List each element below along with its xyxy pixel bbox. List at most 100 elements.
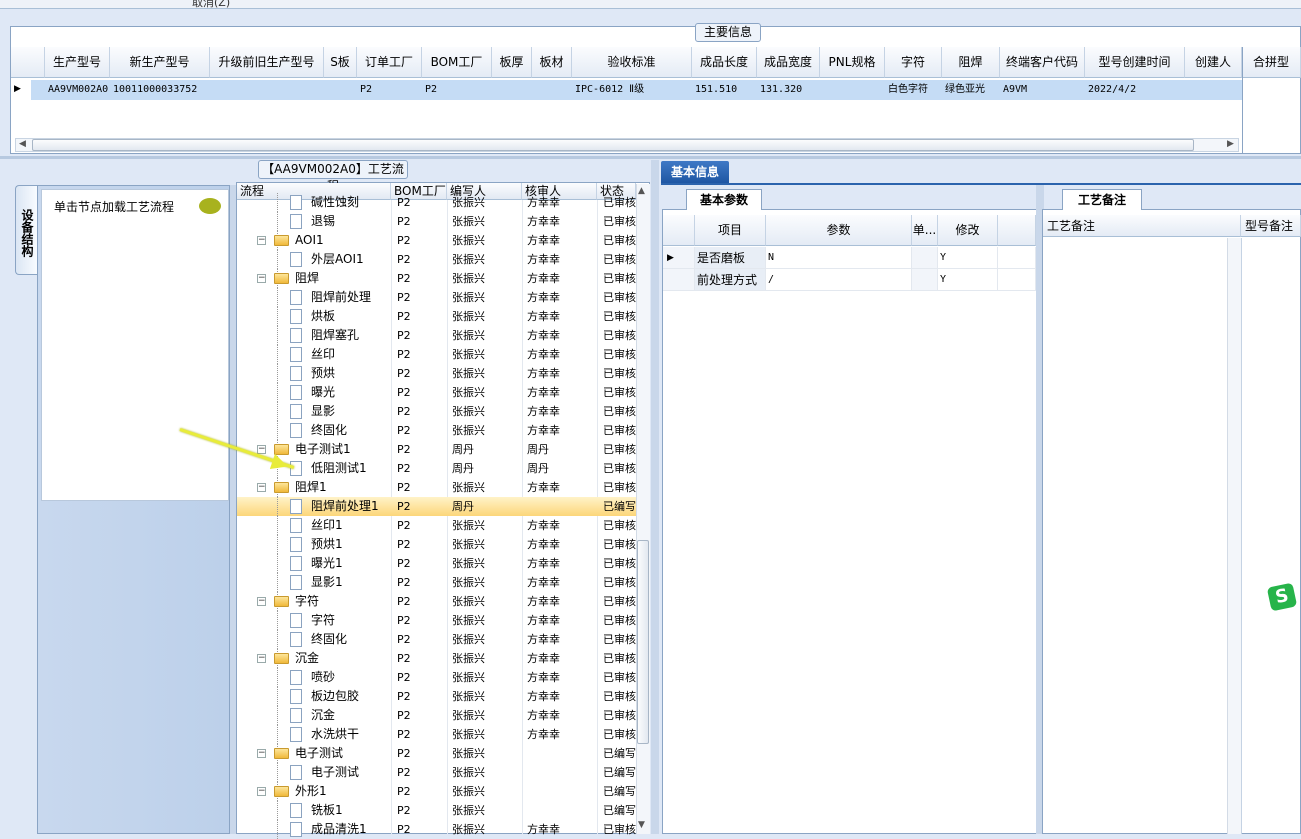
tree-row[interactable]: − AOI1 P2 张振兴 方幸幸 已审核 bbox=[237, 231, 636, 250]
tree-row[interactable]: 字符 P2 张振兴 方幸幸 已审核 bbox=[237, 611, 636, 630]
tree-row[interactable]: 显影1 P2 张振兴 方幸幸 已审核 bbox=[237, 573, 636, 592]
tree-row[interactable]: 预烘 P2 张振兴 方幸幸 已审核 bbox=[237, 364, 636, 383]
main-col-header[interactable]: 终端客户代码 bbox=[1000, 47, 1085, 78]
main-cell[interactable]: 白色字符 bbox=[888, 80, 942, 100]
main-cell[interactable]: A9VM bbox=[1003, 80, 1085, 100]
main-cell[interactable]: 绿色亚光 bbox=[945, 80, 1000, 100]
tree-row[interactable]: 水洗烘干 P2 张振兴 方幸幸 已审核 bbox=[237, 725, 636, 744]
param-cell[interactable]: Y bbox=[938, 269, 998, 291]
middle-splitter[interactable] bbox=[651, 160, 659, 834]
tree-row[interactable]: 退锡 P2 张振兴 方幸幸 已审核 bbox=[237, 212, 636, 231]
tree-row[interactable]: 显影 P2 张振兴 方幸幸 已审核 bbox=[237, 402, 636, 421]
main-col-header[interactable]: 字符 bbox=[885, 47, 942, 78]
main-col-header[interactable]: 创建人 bbox=[1185, 47, 1242, 78]
collapse-icon[interactable]: − bbox=[257, 597, 266, 606]
main-col-header[interactable]: 新生产型号 bbox=[110, 47, 210, 78]
main-cell[interactable] bbox=[213, 80, 324, 100]
main-cell[interactable] bbox=[1245, 80, 1301, 100]
scroll-down-icon[interactable]: ▼ bbox=[638, 820, 645, 830]
tree-row[interactable]: − 沉金 P2 张振兴 方幸幸 已审核 bbox=[237, 649, 636, 668]
main-cell[interactable]: P2 bbox=[360, 80, 422, 100]
tree-row[interactable]: 铣板1 P2 张振兴 已编写 bbox=[237, 801, 636, 820]
tree-row[interactable]: 板边包胶 P2 张振兴 方幸幸 已审核 bbox=[237, 687, 636, 706]
tab-base-info[interactable]: 基本信息 bbox=[661, 161, 729, 183]
tree-row[interactable]: 电子测试 P2 张振兴 已编写 bbox=[237, 763, 636, 782]
param-col-item[interactable]: 项目 bbox=[695, 215, 766, 246]
param-cell[interactable] bbox=[912, 247, 938, 269]
main-cell[interactable]: IPC-6012 Ⅱ级 bbox=[575, 80, 692, 100]
main-col-header[interactable]: 成品长度 bbox=[692, 47, 757, 78]
note-col-model[interactable]: 型号备注 bbox=[1241, 215, 1301, 237]
cut-label[interactable]: 取消(Z) bbox=[192, 0, 230, 10]
tree-row[interactable]: 阻焊塞孔 P2 张振兴 方幸幸 已审核 bbox=[237, 326, 636, 345]
tab-equipment-structure[interactable]: 设备结构 bbox=[15, 185, 37, 275]
main-col-header[interactable]: 生产型号 bbox=[45, 47, 110, 78]
tree-row[interactable]: 终固化 P2 张振兴 方幸幸 已审核 bbox=[237, 421, 636, 440]
main-cell[interactable]: 151.510 bbox=[695, 80, 757, 100]
collapse-icon[interactable]: − bbox=[257, 749, 266, 758]
collapse-icon[interactable]: − bbox=[257, 787, 266, 796]
collapse-icon[interactable]: − bbox=[257, 274, 266, 283]
note-col-process[interactable]: 工艺备注 bbox=[1043, 215, 1241, 237]
tree-row[interactable]: − 字符 P2 张振兴 方幸幸 已审核 bbox=[237, 592, 636, 611]
tree-row[interactable]: 预烘1 P2 张振兴 方幸幸 已审核 bbox=[237, 535, 636, 554]
collapse-icon[interactable]: − bbox=[257, 654, 266, 663]
main-cell[interactable]: 10011000033752 bbox=[113, 80, 210, 100]
tree-row[interactable]: − 外形1 P2 张振兴 已编写 bbox=[237, 782, 636, 801]
tree-row[interactable]: 碱性蚀刻 P2 张振兴 方幸幸 已审核 bbox=[237, 193, 636, 212]
collapse-icon[interactable]: − bbox=[257, 483, 266, 492]
main-cell[interactable] bbox=[823, 80, 885, 100]
main-cell[interactable] bbox=[495, 80, 532, 100]
param-col-unit[interactable]: 单... bbox=[912, 215, 938, 246]
tree-row[interactable]: 阻焊前处理1 P2 周丹 已编写 bbox=[237, 497, 636, 516]
main-col-header[interactable]: BOM工厂 bbox=[422, 47, 492, 78]
scroll-right-icon[interactable]: ▶ bbox=[1227, 139, 1234, 149]
main-cell[interactable] bbox=[535, 80, 572, 100]
tree-row[interactable]: 终固化 P2 张振兴 方幸幸 已审核 bbox=[237, 630, 636, 649]
main-cell[interactable]: P2 bbox=[425, 80, 492, 100]
tree-row[interactable]: 低阻测试1 P2 周丹 周丹 已审核 bbox=[237, 459, 636, 478]
collapse-icon[interactable]: − bbox=[257, 236, 266, 245]
tab-base-params[interactable]: 基本参数 bbox=[686, 189, 762, 210]
main-col-header[interactable]: 合拼型 bbox=[1242, 47, 1301, 78]
tree-row[interactable]: 丝印1 P2 张振兴 方幸幸 已审核 bbox=[237, 516, 636, 535]
main-col-header[interactable]: 订单工厂 bbox=[357, 47, 422, 78]
scroll-left-icon[interactable]: ◀ bbox=[19, 139, 26, 149]
tree-row[interactable]: 沉金 P2 张振兴 方幸幸 已审核 bbox=[237, 706, 636, 725]
param-cell[interactable]: Y bbox=[938, 247, 998, 269]
tree-row[interactable]: 丝印 P2 张振兴 方幸幸 已审核 bbox=[237, 345, 636, 364]
main-col-header[interactable]: 型号创建时间 bbox=[1085, 47, 1185, 78]
tree-scroll-thumb[interactable] bbox=[637, 540, 649, 744]
tree-row[interactable]: − 阻焊1 P2 张振兴 方幸幸 已审核 bbox=[237, 478, 636, 497]
scroll-up-icon[interactable]: ▲ bbox=[638, 186, 645, 196]
param-col-modify[interactable]: 修改 bbox=[938, 215, 998, 246]
tree-row[interactable]: 阻焊前处理 P2 张振兴 方幸幸 已审核 bbox=[237, 288, 636, 307]
main-cell[interactable]: AA9VM002A0 bbox=[48, 80, 110, 100]
tree-row[interactable]: − 阻焊 P2 张振兴 方幸幸 已审核 bbox=[237, 269, 636, 288]
tree-row[interactable]: 成品清洗1 P2 张振兴 方幸幸 已审核 bbox=[237, 820, 636, 839]
main-cell[interactable] bbox=[1188, 80, 1242, 100]
param-cell[interactable] bbox=[912, 269, 938, 291]
param-cell[interactable]: / bbox=[766, 269, 912, 291]
param-col-param[interactable]: 参数 bbox=[766, 215, 912, 246]
tree-row[interactable]: 烘板 P2 张振兴 方幸幸 已审核 bbox=[237, 307, 636, 326]
note-scrollbar[interactable] bbox=[1227, 238, 1241, 834]
main-col-header[interactable]: 板材 bbox=[532, 47, 572, 78]
main-col-header[interactable]: PNL规格 bbox=[820, 47, 885, 78]
main-col-header[interactable]: S板 bbox=[324, 47, 357, 78]
main-col-header[interactable]: 阻焊 bbox=[942, 47, 1000, 78]
collapse-icon[interactable]: − bbox=[257, 445, 266, 454]
main-cell[interactable]: 131.320 bbox=[760, 80, 820, 100]
tree-row[interactable]: 曝光1 P2 张振兴 方幸幸 已审核 bbox=[237, 554, 636, 573]
tree-row[interactable]: 喷砂 P2 张振兴 方幸幸 已审核 bbox=[237, 668, 636, 687]
tree-row[interactable]: 外层AOI1 P2 张振兴 方幸幸 已审核 bbox=[237, 250, 636, 269]
main-cell[interactable] bbox=[327, 80, 357, 100]
main-cell[interactable]: 2022/4/2 bbox=[1088, 80, 1185, 100]
param-cell[interactable]: N bbox=[766, 247, 912, 269]
scrollbar-thumb[interactable] bbox=[32, 139, 1194, 151]
main-col-header[interactable]: 成品宽度 bbox=[757, 47, 820, 78]
tree-row[interactable]: − 电子测试 P2 张振兴 已编写 bbox=[237, 744, 636, 763]
main-col-header[interactable]: 验收标准 bbox=[572, 47, 692, 78]
main-col-header[interactable]: 升级前旧生产型号 bbox=[210, 47, 324, 78]
tree-row[interactable]: − 电子测试1 P2 周丹 周丹 已审核 bbox=[237, 440, 636, 459]
